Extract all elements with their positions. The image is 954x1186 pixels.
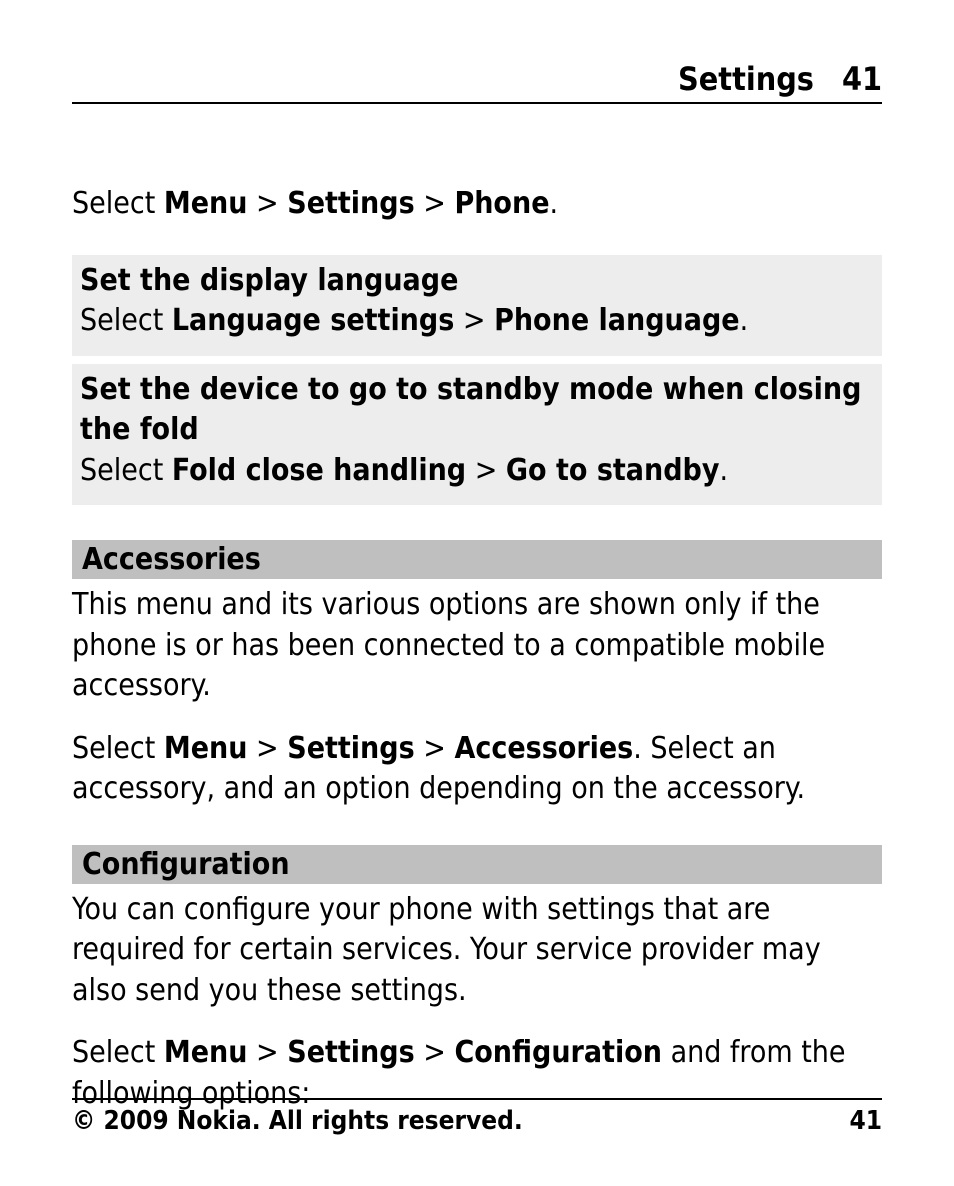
separator: > [247, 731, 287, 766]
phone-language-label: Phone language [494, 303, 740, 338]
settings-label: Settings [287, 186, 414, 221]
accessories-paragraph-2: Select Menu > Settings > Accessories. Se… [72, 729, 882, 810]
footer-page-number: 41 [849, 1106, 882, 1136]
configuration-paragraph-1: You can configure your phone with settin… [72, 890, 882, 1012]
instruction-box-fold: Set the device to go to standby mode whe… [72, 364, 882, 506]
menu-label: Menu [164, 186, 248, 221]
intro-paragraph: Select Menu > Settings > Phone. [72, 184, 882, 225]
text: . [550, 186, 559, 221]
settings-label: Settings [287, 1035, 414, 1070]
text: . [719, 453, 728, 488]
settings-label: Settings [287, 731, 414, 766]
text: Select [72, 731, 164, 766]
text: Select [80, 303, 172, 338]
text: Select [80, 453, 172, 488]
menu-label: Menu [164, 1035, 248, 1070]
page: Settings 41 Select Menu > Settings > Pho… [0, 0, 954, 1186]
accessories-paragraph-1: This menu and its various options are sh… [72, 585, 882, 707]
text: Select [72, 1035, 164, 1070]
separator: > [415, 186, 455, 221]
copyright-text: © 2009 Nokia. All rights reserved. [72, 1106, 523, 1136]
header-page-number: 41 [842, 60, 882, 98]
configuration-label: Configuration [454, 1035, 662, 1070]
text: . [740, 303, 749, 338]
fold-close-handling-label: Fold close handling [172, 453, 466, 488]
accessories-label: Accessories [454, 731, 633, 766]
header-section-title: Settings [678, 60, 814, 98]
box-body: Select Language settings > Phone languag… [80, 301, 874, 342]
menu-label: Menu [164, 731, 248, 766]
box-title: Set the device to go to standby mode whe… [80, 370, 874, 451]
box-body: Select Fold close handling > Go to stand… [80, 451, 874, 492]
separator: > [466, 453, 506, 488]
text: Select [72, 186, 164, 221]
instruction-box-language: Set the display language Select Language… [72, 255, 882, 356]
language-settings-label: Language settings [172, 303, 454, 338]
go-to-standby-label: Go to standby [506, 453, 720, 488]
separator: > [415, 1035, 455, 1070]
separator: > [415, 731, 455, 766]
separator: > [247, 1035, 287, 1070]
section-heading-configuration: Configuration [72, 845, 882, 884]
section-heading-accessories: Accessories [72, 540, 882, 579]
page-footer: © 2009 Nokia. All rights reserved. 41 [72, 1098, 882, 1136]
separator: > [454, 303, 494, 338]
separator: > [247, 186, 287, 221]
phone-label: Phone [454, 186, 549, 221]
box-title: Set the display language [80, 261, 874, 302]
page-header: Settings 41 [72, 60, 882, 104]
